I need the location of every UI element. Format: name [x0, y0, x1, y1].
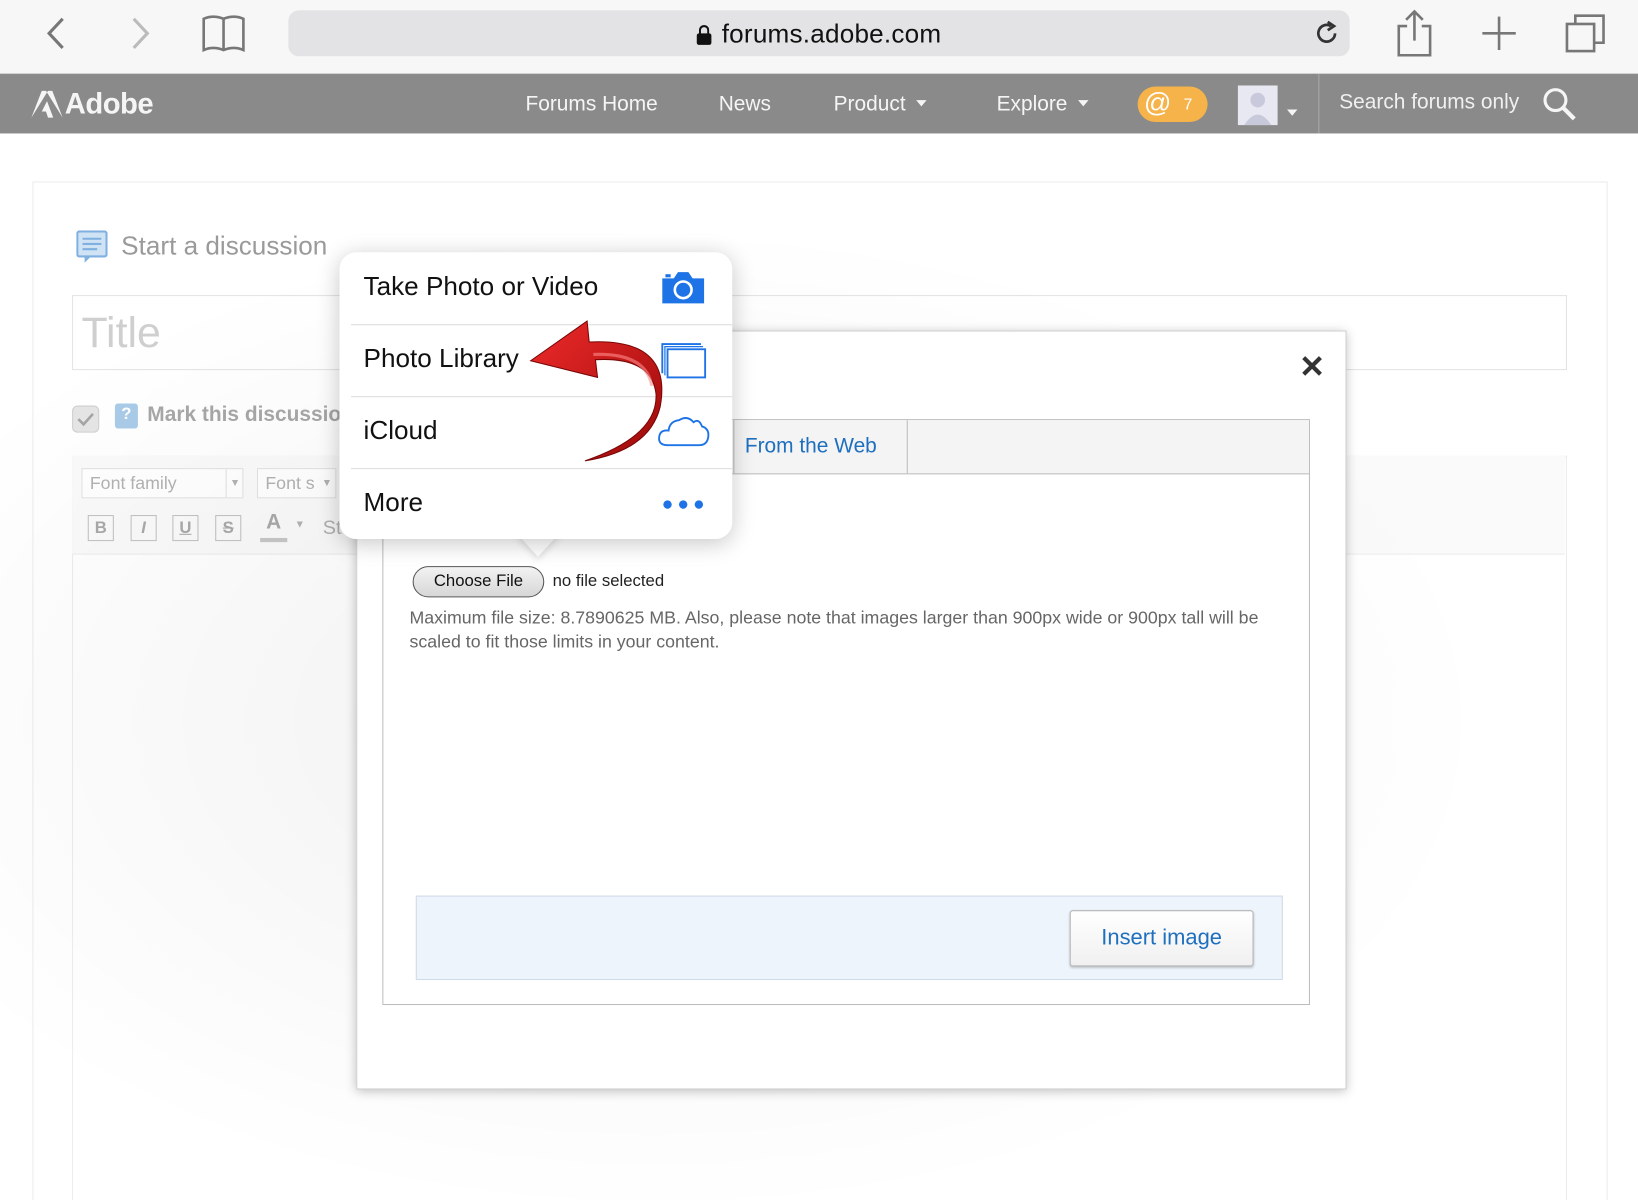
- mentions-badge[interactable]: @ 7: [1137, 86, 1208, 122]
- nav-explore-label: Explore: [996, 92, 1068, 116]
- more-dots-icon: [659, 497, 707, 512]
- menu-item-label: Take Photo or Video: [363, 272, 599, 302]
- close-icon[interactable]: [1298, 352, 1325, 379]
- avatar[interactable]: [1237, 85, 1278, 126]
- address-bar[interactable]: forums.adobe.com: [288, 10, 1350, 57]
- tab-from-the-web[interactable]: From the Web: [733, 420, 908, 474]
- menu-item-icloud[interactable]: iCloud: [350, 396, 733, 470]
- forward-icon[interactable]: [117, 8, 163, 58]
- font-family-select[interactable]: Font family ▼: [81, 468, 244, 499]
- italic-icon[interactable]: I: [130, 515, 157, 542]
- lock-icon: [696, 25, 712, 45]
- font-size-label: Font s: [265, 473, 315, 494]
- chevron-down-icon: ▼: [321, 477, 333, 489]
- nav-product[interactable]: Product: [834, 93, 927, 117]
- choose-file-button[interactable]: Choose File: [412, 566, 545, 598]
- title-placeholder: Title: [81, 308, 161, 357]
- cloud-icon: [656, 412, 710, 452]
- adobe-logo[interactable]: Adobe: [31, 87, 154, 120]
- file-size-note: Maximum file size: 8.7890625 MB. Also, p…: [409, 607, 1259, 652]
- bold-icon[interactable]: B: [87, 515, 114, 542]
- photo-library-icon: [659, 340, 707, 380]
- chevron-down-icon[interactable]: ▼: [295, 519, 305, 530]
- no-file-status: no file selected: [552, 572, 665, 591]
- page-title: Start a discussion: [121, 231, 328, 261]
- menu-item-take-photo[interactable]: Take Photo or Video: [350, 252, 733, 326]
- camera-icon: [659, 268, 707, 308]
- new-tab-icon[interactable]: [1476, 8, 1522, 58]
- avatar-chevron-down-icon[interactable]: [1286, 109, 1298, 116]
- chevron-down-icon: [916, 99, 927, 107]
- underline-icon[interactable]: U: [172, 515, 199, 542]
- mark-question-label: Mark this discussion: [147, 403, 354, 427]
- url-label: forums.adobe.com: [721, 19, 942, 50]
- nav-product-label: Product: [833, 92, 906, 116]
- browser-toolbar: forums.adobe.com: [0, 0, 1638, 75]
- mentions-count: 7: [1183, 95, 1193, 114]
- reload-icon[interactable]: [1312, 19, 1341, 48]
- mark-question-checkbox[interactable]: [72, 405, 100, 433]
- nav-forums-home[interactable]: Forums Home: [525, 93, 657, 117]
- chevron-down-icon: ▼: [225, 469, 244, 498]
- insert-image-button[interactable]: Insert image: [1069, 910, 1254, 967]
- strikethrough-icon[interactable]: S: [215, 515, 242, 542]
- tabs-icon[interactable]: [1563, 8, 1609, 58]
- menu-item-more[interactable]: More: [351, 468, 732, 540]
- question-icon: ?: [114, 403, 138, 429]
- nav-explore[interactable]: Explore: [997, 93, 1089, 117]
- search-icon[interactable]: [1542, 87, 1578, 122]
- menu-item-label: Photo Library: [363, 344, 519, 374]
- photo-source-popover: Take Photo or Video Photo Library iCloud…: [339, 252, 733, 540]
- adobe-logo-text: Adobe: [64, 87, 154, 120]
- font-family-label: Font family: [89, 473, 177, 494]
- dialog-footer: Insert image: [415, 895, 1283, 981]
- site-navbar: Adobe Forums Home News Product Explore @…: [0, 74, 1638, 134]
- nav-divider: [1318, 74, 1320, 134]
- menu-item-label: iCloud: [363, 415, 438, 446]
- nav-news[interactable]: News: [719, 93, 771, 117]
- text-color-icon[interactable]: A: [260, 511, 288, 549]
- font-size-select[interactable]: Font s ▼: [256, 468, 337, 499]
- search-input[interactable]: Search forums only: [1339, 91, 1519, 115]
- bookmarks-icon[interactable]: [201, 8, 247, 58]
- chevron-down-icon: [1077, 99, 1089, 107]
- at-sign-icon: @: [1143, 86, 1172, 118]
- discussion-icon: [76, 230, 108, 263]
- menu-item-label: More: [363, 487, 424, 518]
- share-icon[interactable]: [1391, 8, 1437, 58]
- menu-item-photo-library[interactable]: Photo Library: [350, 324, 733, 398]
- back-icon[interactable]: [33, 8, 79, 58]
- adobe-logo-icon: [31, 90, 63, 118]
- tab-from-the-web-label: From the Web: [744, 434, 877, 458]
- url-text: forums.adobe.com: [288, 20, 1349, 50]
